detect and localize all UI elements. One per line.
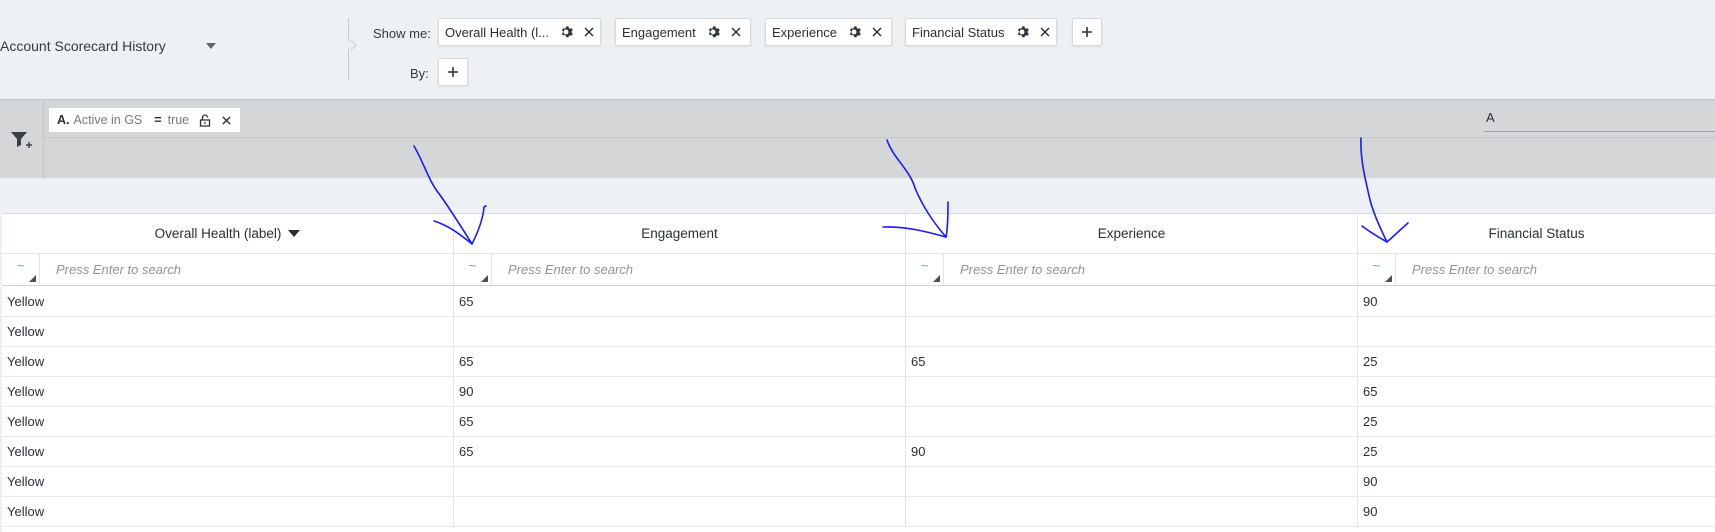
measure-chip-experience[interactable]: Experience: [765, 18, 892, 46]
table-cell: 65: [454, 287, 906, 316]
column-search-input[interactable]: [492, 255, 903, 284]
filter-operator: =: [154, 113, 162, 127]
search-operator-button[interactable]: ~: [906, 254, 944, 285]
table-cell: 90: [1363, 294, 1378, 309]
gear-icon[interactable]: [847, 25, 861, 39]
table-cell: Yellow: [2, 377, 454, 406]
data-grid: Overall Health (label) Engagement Experi…: [2, 213, 1715, 532]
chevron-down-icon: [205, 43, 216, 49]
filter-value: true: [167, 113, 190, 127]
table-cell: 90: [454, 377, 906, 406]
table-cell: Yellow: [2, 317, 454, 346]
table-cell: Yellow: [2, 467, 454, 496]
table-cell: Yellow: [2, 287, 454, 316]
column-search-input[interactable]: [1396, 255, 1713, 284]
filter-add-icon: [10, 131, 32, 148]
close-icon[interactable]: [871, 26, 883, 38]
filter-logic-input[interactable]: A: [1484, 108, 1715, 132]
column-header-overall-health[interactable]: Overall Health (label): [2, 214, 454, 253]
column-search-input[interactable]: [944, 255, 1355, 284]
table-cell: 25: [1363, 414, 1378, 429]
measure-chip-financial-status[interactable]: Financial Status: [905, 18, 1057, 46]
table-row[interactable]: Yellow 90: [2, 497, 1715, 527]
add-measure-button[interactable]: [1072, 18, 1102, 46]
gear-icon[interactable]: [1015, 25, 1029, 39]
filter-letter: A.: [57, 113, 70, 127]
table-cell: Yellow: [2, 347, 454, 376]
filter-field: Active in GS: [73, 113, 143, 127]
search-operator-button[interactable]: ~: [1358, 254, 1396, 285]
table-cell: 25: [1363, 354, 1378, 369]
table-cell: [906, 317, 1358, 346]
table-row[interactable]: Yellow 65 90 25: [2, 437, 1715, 467]
unlock-icon[interactable]: [199, 113, 211, 127]
close-icon[interactable]: [1039, 26, 1051, 38]
close-icon[interactable]: [730, 26, 742, 38]
gear-icon[interactable]: [706, 25, 720, 39]
table-cell: 65: [454, 347, 906, 376]
table-cell: [454, 467, 906, 496]
measure-chip-label: Engagement: [622, 24, 696, 40]
toolbar-divider: [348, 18, 349, 80]
table-row[interactable]: Yellow 65 25: [2, 407, 1715, 437]
table-cell: 90: [1363, 474, 1378, 489]
measure-chip-label: Experience: [772, 24, 838, 40]
table-cell: 65: [1363, 384, 1378, 399]
column-header-engagement[interactable]: Engagement: [454, 214, 906, 253]
table-row[interactable]: Yellow: [2, 317, 1715, 347]
measure-chip-engagement[interactable]: Engagement: [615, 18, 751, 46]
table-cell: 90: [1363, 504, 1378, 519]
table-cell: 65: [906, 347, 1358, 376]
table-row[interactable]: Yellow 90: [2, 467, 1715, 497]
by-label: By:: [410, 66, 429, 81]
table-cell: Yellow: [2, 437, 454, 466]
table-row[interactable]: Yellow 65 65 25: [2, 347, 1715, 377]
search-operator-button[interactable]: ~: [454, 254, 492, 285]
report-toolbar: Account Scorecard History Show me: By: O…: [0, 0, 1715, 98]
column-header-label: Experience: [1097, 226, 1166, 241]
measure-chip-label: Financial Status: [912, 24, 1005, 40]
measure-chip-label: Overall Health (l...: [445, 24, 550, 40]
column-header-label: Overall Health (label): [154, 226, 282, 241]
measure-chip-overall-health[interactable]: Overall Health (l...: [438, 18, 601, 46]
column-header-label: Financial Status: [1488, 226, 1585, 241]
table-cell: 90: [906, 437, 1358, 466]
column-search-input[interactable]: [40, 255, 451, 284]
filter-bar: A. Active in GS = true A: [0, 99, 1715, 179]
show-me-label: Show me:: [373, 26, 431, 41]
table-cell: [906, 467, 1358, 496]
table-cell: 65: [454, 437, 906, 466]
close-icon[interactable]: [583, 26, 595, 38]
column-header-experience[interactable]: Experience: [906, 214, 1358, 253]
grid-search-row: ~ ~ ~ ~: [2, 254, 1715, 286]
table-cell: [906, 287, 1358, 316]
report-name: Account Scorecard History: [0, 38, 166, 54]
filter-chip-active-in-gs[interactable]: A. Active in GS = true: [48, 107, 242, 133]
search-operator-button[interactable]: ~: [2, 254, 40, 285]
sort-desc-icon: [288, 230, 301, 237]
table-cell: 25: [1363, 444, 1378, 459]
table-cell: [454, 497, 906, 526]
add-group-by-button[interactable]: [438, 58, 468, 86]
add-filter-button[interactable]: [0, 100, 44, 179]
column-header-label: Engagement: [641, 226, 718, 241]
filter-divider: [44, 137, 1715, 138]
table-cell: [906, 377, 1358, 406]
table-row[interactable]: Yellow 65 90: [2, 287, 1715, 317]
close-icon[interactable]: [221, 115, 232, 126]
table-cell: Yellow: [2, 497, 454, 526]
gear-icon[interactable]: [559, 25, 573, 39]
plus-icon: [448, 67, 458, 77]
table-cell: [1358, 317, 1715, 346]
table-cell: 65: [454, 407, 906, 436]
column-header-financial-status[interactable]: Financial Status: [1358, 214, 1715, 253]
plus-icon: [1082, 27, 1092, 37]
table-cell: [454, 317, 906, 346]
table-cell: [906, 497, 1358, 526]
table-cell: [906, 407, 1358, 436]
table-cell: Yellow: [2, 407, 454, 436]
grid-header-row: Overall Health (label) Engagement Experi…: [2, 214, 1715, 254]
report-selector[interactable]: Account Scorecard History: [0, 38, 216, 54]
table-row[interactable]: Yellow 90 65: [2, 377, 1715, 407]
